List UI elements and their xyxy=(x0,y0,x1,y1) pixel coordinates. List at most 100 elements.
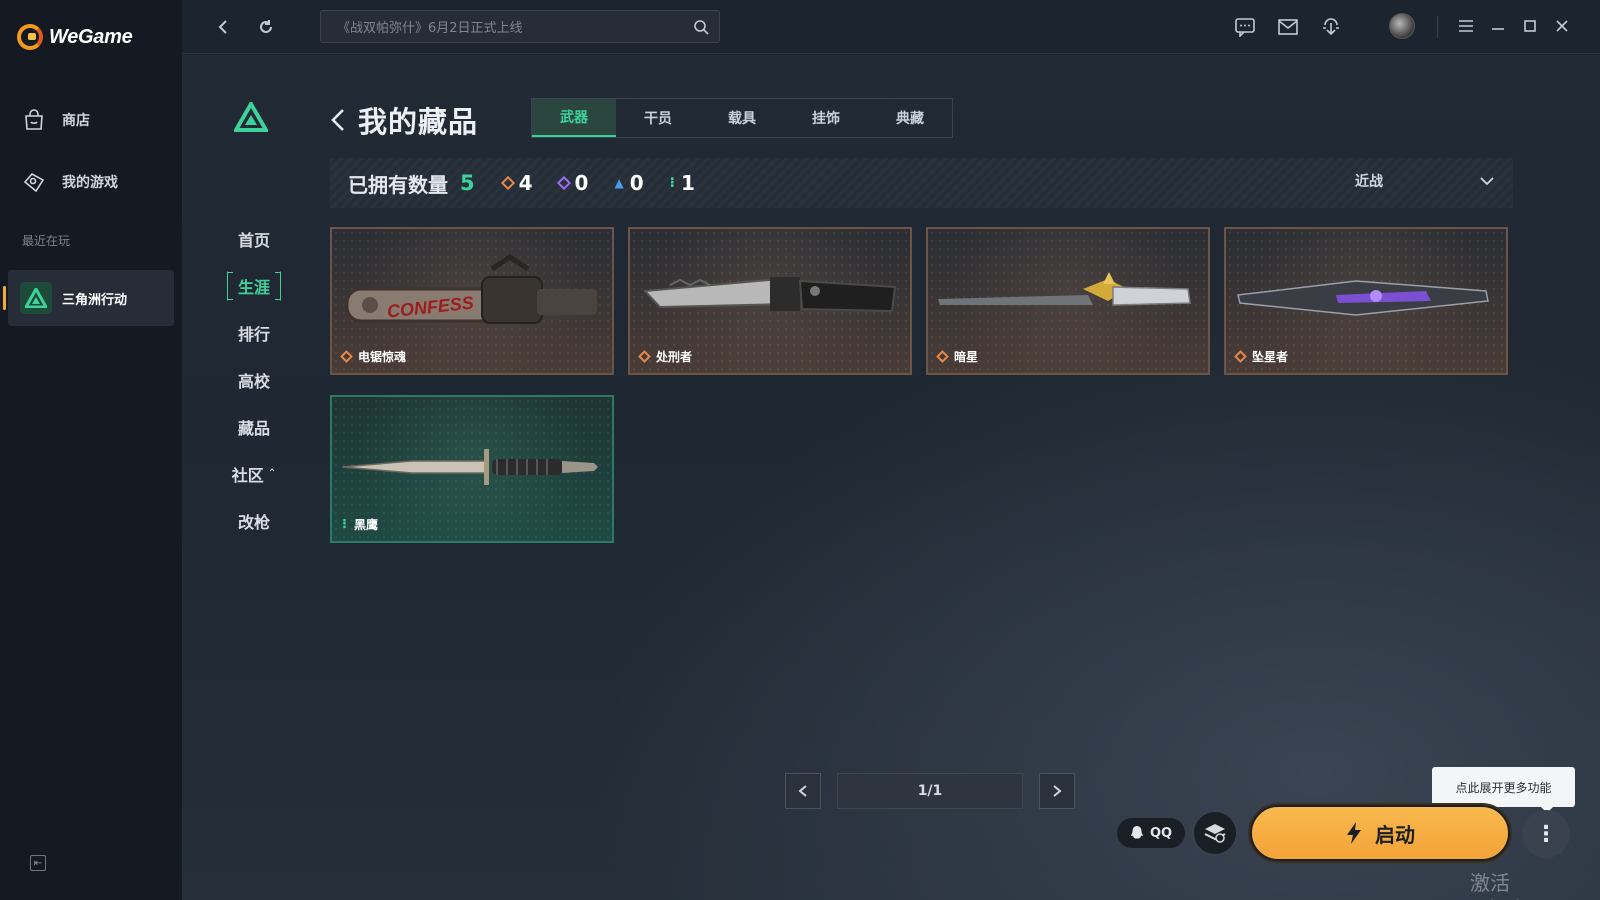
executioner-knife-image xyxy=(642,277,897,313)
blue-rarity-icon: ▲ xyxy=(614,176,624,190)
item-name: 处刑者 xyxy=(656,350,693,364)
collection-card[interactable]: 处刑者 xyxy=(628,227,912,375)
layers-icon xyxy=(1204,824,1226,843)
page-header: 我的藏品 xyxy=(330,99,478,141)
main-content: 首页 生涯 排行 高校 藏品 社区 ⌃ 改枪 我的藏品 武器 干员 载具 挂饰 典… xyxy=(182,55,1600,900)
search-icon[interactable] xyxy=(693,19,709,35)
launch-label: 启动 xyxy=(1375,822,1415,847)
chevron-up-icon: ⌃ xyxy=(267,468,277,479)
chevron-right-icon xyxy=(1053,785,1062,797)
black-hawk-knife-image xyxy=(341,449,598,485)
weapon-type-filter-dropdown[interactable]: 近战 xyxy=(1355,171,1495,191)
prev-page-button[interactable] xyxy=(785,773,821,809)
launch-game-button[interactable]: 启动 xyxy=(1250,805,1510,861)
search-input[interactable]: 《战双帕弥什》6月2日正式上线 xyxy=(320,10,720,43)
recent-game-name: 三角洲行动 xyxy=(62,292,128,308)
item-name: 黑鹰 xyxy=(353,518,378,532)
delta-force-logo-icon[interactable] xyxy=(232,99,270,136)
tab-weapons[interactable]: 武器 xyxy=(532,99,616,137)
back-icon[interactable] xyxy=(210,14,236,40)
game-sub-nav: 首页 生涯 排行 高校 藏品 社区 ⌃ 改枪 xyxy=(224,215,284,544)
collection-card[interactable]: ⁝ 黑鹰 xyxy=(330,395,614,543)
rarity-count-purple: 0 xyxy=(556,171,589,195)
brand-name: WeGame xyxy=(49,25,133,48)
game-nav-community[interactable]: 社区 ⌃ xyxy=(224,450,284,497)
card-label: 坠星者 xyxy=(1234,348,1289,365)
maximize-icon[interactable] xyxy=(1519,15,1541,37)
item-name: 电锯惊魂 xyxy=(358,350,407,364)
game-nav-label: 藏品 xyxy=(237,418,270,438)
collection-category-tabs: 武器 干员 载具 挂饰 典藏 xyxy=(531,98,953,138)
dark-star-blade-image xyxy=(938,272,1191,306)
card-label: 处刑者 xyxy=(638,348,693,365)
rarity-count-value: 1 xyxy=(680,171,695,195)
sidebar-item-my-games[interactable]: 我的游戏 xyxy=(22,170,118,194)
item-name: 坠星者 xyxy=(1252,350,1289,364)
star-faller-blade-image xyxy=(1237,280,1489,316)
owned-count: 5 xyxy=(460,171,475,195)
close-icon[interactable] xyxy=(1551,15,1573,37)
more-options-button[interactable]: ⋮ xyxy=(1522,810,1570,858)
game-nav-collection[interactable]: 藏品 xyxy=(224,403,284,450)
store-bag-icon xyxy=(25,109,43,130)
game-nav-career[interactable]: 生涯 xyxy=(224,262,284,309)
menu-icon[interactable] xyxy=(1455,15,1477,37)
topbar-divider xyxy=(1437,16,1438,38)
rarity-count-value: 4 xyxy=(518,171,533,195)
pagination: 1/1 xyxy=(785,773,1075,809)
collapse-sidebar-icon[interactable]: ⇤ xyxy=(30,855,46,871)
game-nav-college[interactable]: 高校 xyxy=(224,356,284,403)
game-nav-gunsmith[interactable]: 改枪 xyxy=(224,497,284,544)
tab-collectibles[interactable]: 典藏 xyxy=(868,99,952,137)
chat-icon[interactable] xyxy=(1232,14,1258,40)
card-label: 暗星 xyxy=(936,348,979,365)
collection-card[interactable]: CONFESS 电锯惊魂 xyxy=(330,227,614,375)
rarity-count-orange: 4 xyxy=(500,171,533,195)
owned-stats-bar: 已拥有数量 5 4 0 ▲ 0 ⁝ 1 近战 xyxy=(330,158,1513,208)
wegame-logo-icon xyxy=(17,24,43,50)
mail-icon[interactable] xyxy=(1275,14,1301,40)
rarity-count-value: 0 xyxy=(629,171,644,195)
game-nav-label: 高校 xyxy=(237,371,270,391)
game-nav-home[interactable]: 首页 xyxy=(224,215,284,262)
refresh-icon[interactable] xyxy=(253,14,279,40)
my-games-icon xyxy=(23,172,45,193)
game-nav-label: 排行 xyxy=(237,324,270,344)
item-name: 暗星 xyxy=(954,350,979,364)
owned-label: 已拥有数量 xyxy=(348,172,448,197)
collection-card[interactable]: 暗星 xyxy=(926,227,1210,375)
qq-penguin-icon xyxy=(1130,826,1143,839)
recent-game-item[interactable]: 三角洲行动 xyxy=(3,270,174,326)
rarity-count-blue: ▲ 0 xyxy=(614,171,643,195)
card-label: ⁝ 黑鹰 xyxy=(342,516,378,533)
lightning-icon xyxy=(1347,822,1361,844)
orange-rarity-icon xyxy=(340,350,353,363)
game-nav-label: 生涯 xyxy=(226,270,282,301)
sidebar-item-store[interactable]: 商店 xyxy=(22,108,90,132)
user-avatar[interactable] xyxy=(1389,13,1415,39)
page-indicator: 1/1 xyxy=(837,773,1023,809)
collection-card[interactable]: 坠星者 xyxy=(1224,227,1508,375)
game-nav-ranking[interactable]: 排行 xyxy=(224,309,284,356)
qq-label: QQ xyxy=(1149,825,1173,841)
game-tools-button[interactable] xyxy=(1192,810,1238,856)
minimize-icon[interactable] xyxy=(1487,15,1509,37)
tab-charms[interactable]: 挂饰 xyxy=(784,99,868,137)
game-nav-label: 首页 xyxy=(237,230,270,250)
rarity-count-green: ⁝ 1 xyxy=(670,171,695,195)
green-rarity-icon: ⁝ xyxy=(342,517,347,532)
download-icon[interactable] xyxy=(1318,14,1344,40)
next-page-button[interactable] xyxy=(1039,773,1075,809)
qq-button[interactable]: QQ xyxy=(1117,818,1185,848)
page-title: 我的藏品 xyxy=(358,105,479,139)
tab-operators[interactable]: 干员 xyxy=(616,99,700,137)
back-arrow-icon[interactable] xyxy=(330,107,346,133)
orange-rarity-icon xyxy=(936,350,949,363)
rarity-count-value: 0 xyxy=(574,171,589,195)
sidebar-item-label: 商店 xyxy=(62,113,90,129)
wegame-logo[interactable]: WeGame xyxy=(17,24,133,50)
tab-vehicles[interactable]: 载具 xyxy=(700,99,784,137)
search-placeholder: 《战双帕弥什》6月2日正式上线 xyxy=(337,21,523,36)
chainsaw-weapon-image: CONFESS xyxy=(345,253,597,324)
left-sidebar: WeGame 商店 我的游戏 最近在玩 三角洲行动 ⇤ xyxy=(0,0,182,900)
